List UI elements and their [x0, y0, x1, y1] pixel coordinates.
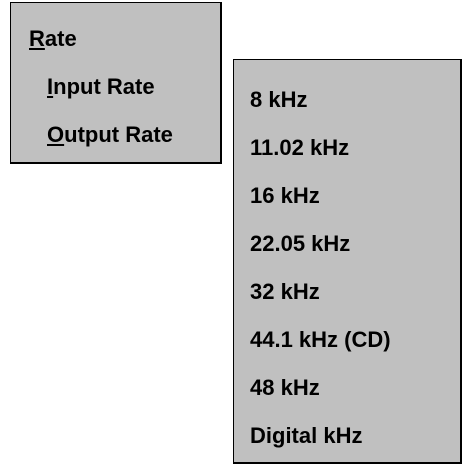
submenu-item-digital-khz[interactable]: Digital kHz	[250, 422, 362, 450]
rate-menu: Rate Input Rate Output Rate	[10, 2, 222, 164]
rate-label-rest: ate	[44, 26, 77, 51]
submenu-item-11-02khz[interactable]: 11.02 kHz	[250, 134, 349, 162]
menu-item-input-rate[interactable]: Input Rate	[47, 73, 155, 101]
menu-item-output-rate[interactable]: Output Rate	[47, 121, 173, 149]
submenu-item-22-05khz[interactable]: 22.05 kHz	[250, 230, 350, 258]
rate-mnemonic: R	[29, 26, 45, 51]
submenu-item-48khz[interactable]: 48 kHz	[250, 374, 320, 402]
output-rate-mnemonic: O	[47, 122, 65, 147]
output-rate-label-rest: utput Rate	[64, 122, 173, 147]
input-rate-label-rest: nput Rate	[53, 74, 155, 99]
submenu-item-44-1khz-cd[interactable]: 44.1 kHz (CD)	[250, 326, 391, 354]
submenu-item-16khz[interactable]: 16 kHz	[250, 182, 320, 210]
rate-submenu: 8 kHz 11.02 kHz 16 kHz 22.05 kHz 32 kHz …	[233, 59, 462, 464]
rate-menu-title[interactable]: Rate	[29, 25, 77, 53]
submenu-item-8khz[interactable]: 8 kHz	[250, 86, 307, 114]
submenu-item-32khz[interactable]: 32 kHz	[250, 278, 320, 306]
